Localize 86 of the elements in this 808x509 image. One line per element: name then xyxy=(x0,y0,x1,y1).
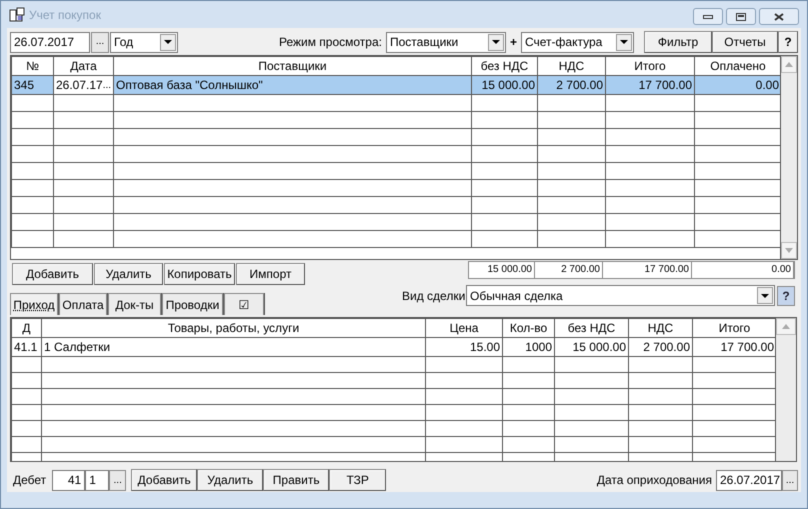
posting-date-field[interactable]: 26.07.2017 xyxy=(716,470,782,490)
tab[interactable]: ☑ xyxy=(224,293,264,315)
document-type-dropdown[interactable]: Счет-фактура xyxy=(521,32,634,52)
date-picker-button[interactable]: ... xyxy=(782,470,798,490)
table-cell: 15 000.00 xyxy=(472,76,538,94)
column-header: НДС xyxy=(628,318,692,338)
debit-label: Дебет xyxy=(13,472,46,489)
debit-account-field[interactable]: 41 xyxy=(52,470,86,490)
scroll-up-icon xyxy=(782,324,790,329)
cell-picker-button[interactable]: ... xyxy=(102,78,112,92)
table-cell: 15.00 xyxy=(426,338,502,356)
column-header: № xyxy=(12,56,54,76)
table-cell: 1000 xyxy=(502,338,554,356)
column-header: Поставщики xyxy=(114,56,472,76)
table-cell: 17 700.00 xyxy=(606,76,694,94)
period-dropdown[interactable]: Год xyxy=(110,32,178,52)
view-mode-label: Режим просмотра: xyxy=(278,34,382,51)
column-header: Цена xyxy=(426,318,502,338)
dropdown-arrow-icon xyxy=(620,40,628,44)
action-button[interactable]: Удалить xyxy=(94,263,163,285)
date-picker-button[interactable]: ... xyxy=(91,32,109,52)
filter-button[interactable]: Фильтр xyxy=(644,31,712,53)
column-header: Итого xyxy=(606,56,694,76)
window-title: Учет покупок xyxy=(29,6,101,24)
column-header: Оплачено xyxy=(694,56,780,76)
deal-type-dropdown[interactable]: Обычная сделка xyxy=(466,285,775,306)
column-header: без НДС xyxy=(472,56,538,76)
scrollbar[interactable] xyxy=(781,55,798,260)
column-header: Товары, работы, услуги xyxy=(42,318,426,338)
table-cell: 2 700.00 xyxy=(628,338,692,356)
tab[interactable]: Оплата xyxy=(59,293,107,315)
table-cell: 345 xyxy=(12,76,54,94)
combo-value: Счет-фактура xyxy=(524,34,604,51)
debit-subaccount-field[interactable]: 1 xyxy=(85,470,110,490)
maximize-icon xyxy=(736,12,746,20)
action-button[interactable]: Импорт xyxy=(236,263,305,285)
table-cell: 2 700.00 xyxy=(538,76,606,94)
help-button[interactable]: ? xyxy=(777,286,795,306)
tab[interactable]: Приход xyxy=(10,293,58,315)
maximize-button[interactable] xyxy=(726,8,756,25)
column-header: Итого xyxy=(692,318,775,338)
action-button[interactable]: Добавить xyxy=(12,263,93,285)
dropdown-arrow-icon xyxy=(761,294,769,298)
action-button[interactable]: ТЗР xyxy=(329,469,386,491)
minimize-icon xyxy=(703,14,713,18)
minimize-button[interactable] xyxy=(693,8,723,25)
combo-value: Поставщики xyxy=(388,34,460,51)
action-button[interactable]: Копировать xyxy=(164,263,235,285)
scroll-up-icon xyxy=(785,62,793,67)
tab[interactable]: Док-ты xyxy=(108,293,161,315)
combo-value: Год xyxy=(113,34,134,51)
table-cell: Оптовая база "Солнышко" xyxy=(114,76,472,94)
table-cell: 41.1 xyxy=(12,338,42,356)
total-cell: 2 700.00 xyxy=(535,262,603,278)
scroll-down-icon xyxy=(785,248,793,253)
table-cell-text: 26.07.17 xyxy=(56,77,103,94)
table-cell: 1 Салфетки xyxy=(42,338,426,356)
view-mode-dropdown[interactable]: Поставщики xyxy=(386,32,506,52)
dropdown-arrow-icon xyxy=(164,40,172,44)
dropdown-arrow-icon xyxy=(492,40,500,44)
debit-picker-button[interactable]: ... xyxy=(109,470,126,490)
combo-value: Обычная сделка xyxy=(469,288,564,304)
column-header: НДС xyxy=(538,56,606,76)
help-button[interactable]: ? xyxy=(778,31,798,53)
total-cell: 0.00 xyxy=(692,262,794,278)
tab[interactable]: Проводки xyxy=(162,293,223,315)
total-cell: 17 700.00 xyxy=(603,262,692,278)
app-icon xyxy=(9,6,25,22)
column-header: Дата xyxy=(54,56,114,76)
column-header: Д xyxy=(12,318,42,338)
reports-button[interactable]: Отчеты xyxy=(712,31,778,53)
column-header: без НДС xyxy=(554,318,628,338)
close-button[interactable] xyxy=(759,8,799,25)
table-row[interactable]: 345 26.07.17... Оптовая база "Солнышко" 15 000.00 2 700.00 17 700.00 0.00 xyxy=(12,76,780,94)
table-cell: 15 000.00 xyxy=(554,338,628,356)
date-field[interactable]: 26.07.2017 xyxy=(10,32,90,52)
action-button[interactable]: Добавить xyxy=(131,469,198,491)
action-button[interactable]: Удалить xyxy=(197,469,264,491)
close-icon xyxy=(774,12,784,20)
deal-type-label: Вид сделки xyxy=(402,288,466,304)
plus-label: + xyxy=(508,34,518,51)
posting-date-label: Дата оприходования xyxy=(596,472,712,489)
scrollbar[interactable] xyxy=(776,317,797,462)
action-button[interactable]: Править xyxy=(263,469,330,491)
total-cell: 15 000.00 xyxy=(469,262,535,278)
column-header: Кол-во xyxy=(502,318,554,338)
